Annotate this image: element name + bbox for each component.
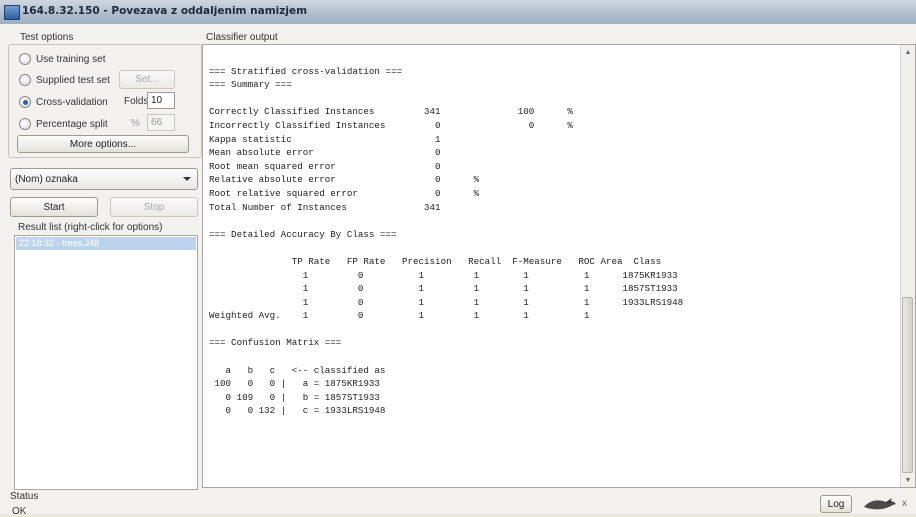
- test-options-header: Test options: [20, 32, 74, 43]
- status-text: OK: [12, 506, 27, 517]
- radio-icon[interactable]: [19, 118, 31, 130]
- classifier-output[interactable]: === Stratified cross-validation === === …: [202, 44, 916, 488]
- folds-input[interactable]: 10: [147, 92, 175, 109]
- result-list-header: Result list (right-click for options): [18, 222, 163, 233]
- radio-icon[interactable]: [19, 53, 31, 65]
- percentage-input[interactable]: 66: [147, 114, 175, 131]
- radio-icon[interactable]: [19, 74, 31, 86]
- status-header: Status: [10, 491, 39, 502]
- cross-validation-option[interactable]: Cross-validation: [19, 94, 108, 110]
- more-options-button[interactable]: More options...: [17, 135, 189, 153]
- weka-bird-icon: [864, 498, 896, 510]
- class-selector-value: (Nom) oznaka: [15, 173, 78, 185]
- percent-label: %: [131, 118, 140, 129]
- test-options-group: Use training set Supplied test set Set..…: [8, 44, 202, 158]
- window-titlebar[interactable]: 164.8.32.150 - Povezava z oddaljenim nam…: [0, 0, 916, 25]
- result-list[interactable]: 22:18:32 - trees.J48: [14, 235, 198, 490]
- weka-classify-panel: Test options Use training set Supplied t…: [0, 24, 916, 517]
- class-selector[interactable]: (Nom) oznaka: [10, 168, 198, 190]
- start-button[interactable]: Start: [10, 197, 98, 217]
- window-title: 164.8.32.150 - Povezava z oddaljenim nam…: [22, 5, 308, 17]
- remote-desktop-icon: [4, 5, 20, 20]
- radio-selected-icon[interactable]: [19, 96, 31, 108]
- output-scrollbar[interactable]: ▲ ▼: [900, 45, 915, 487]
- use-training-set-option[interactable]: Use training set: [19, 51, 105, 67]
- scroll-thumb[interactable]: [902, 297, 913, 473]
- close-icon[interactable]: x: [902, 498, 907, 509]
- scroll-up-icon[interactable]: ▲: [901, 45, 915, 59]
- chevron-down-icon: [183, 177, 191, 181]
- scroll-down-icon[interactable]: ▼: [901, 473, 915, 487]
- set-button[interactable]: Set...: [119, 70, 175, 89]
- classifier-output-text: === Stratified cross-validation === === …: [209, 65, 684, 417]
- log-button[interactable]: Log: [820, 495, 852, 513]
- classifier-output-header: Classifier output: [206, 32, 278, 43]
- supplied-test-set-option[interactable]: Supplied test set: [19, 72, 110, 88]
- result-list-item[interactable]: 22:18:32 - trees.J48: [16, 237, 196, 250]
- folds-label: Folds: [124, 96, 149, 107]
- percentage-split-option[interactable]: Percentage split: [19, 116, 108, 132]
- stop-button[interactable]: Stop: [110, 197, 198, 217]
